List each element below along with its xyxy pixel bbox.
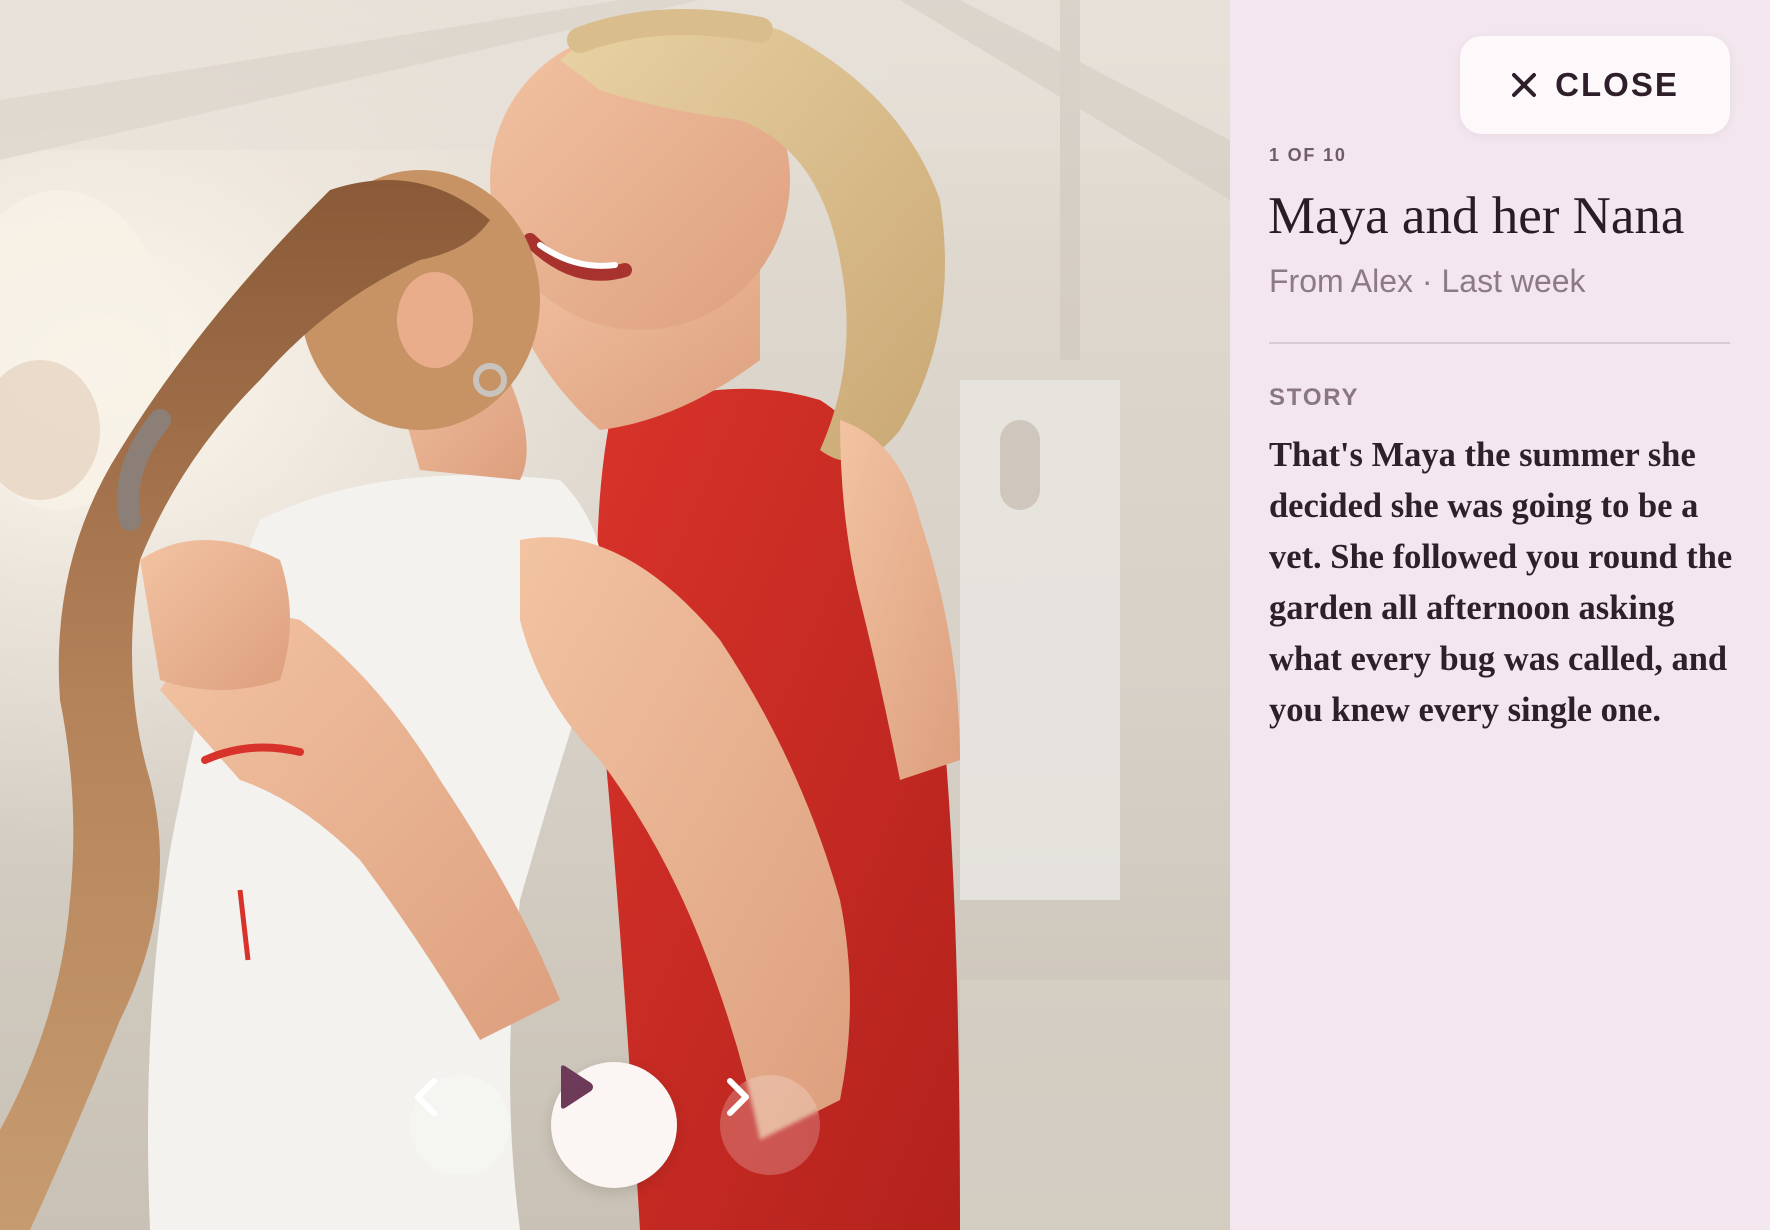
story-text: That's Maya the summer she decided she w… bbox=[1269, 436, 1733, 729]
previous-button[interactable] bbox=[410, 1075, 510, 1175]
close-label: CLOSE bbox=[1555, 66, 1679, 103]
chevron-left-icon bbox=[415, 1078, 437, 1116]
close-icon bbox=[1512, 73, 1537, 97]
divider bbox=[1269, 342, 1730, 344]
story-label: STORY bbox=[1269, 384, 1360, 411]
photo-meta: From Alex · Last week bbox=[1269, 263, 1586, 299]
chevron-right-icon bbox=[727, 1078, 749, 1116]
close-button[interactable]: CLOSE bbox=[1460, 36, 1730, 134]
details-panel: CLOSE 1 OF 10 Maya and her Nana From Ale… bbox=[1230, 0, 1770, 1230]
photo-viewer: CLOSE 1 OF 10 Maya and her Nana From Ale… bbox=[0, 0, 1770, 1230]
photo-title: Maya and her Nana bbox=[1268, 187, 1685, 245]
photo-counter: 1 OF 10 bbox=[1269, 145, 1347, 165]
play-icon bbox=[561, 1065, 593, 1109]
play-button[interactable] bbox=[551, 1062, 677, 1188]
next-button[interactable] bbox=[720, 1075, 820, 1175]
photo-illustration bbox=[0, 0, 1230, 1230]
photo bbox=[0, 0, 1230, 1230]
